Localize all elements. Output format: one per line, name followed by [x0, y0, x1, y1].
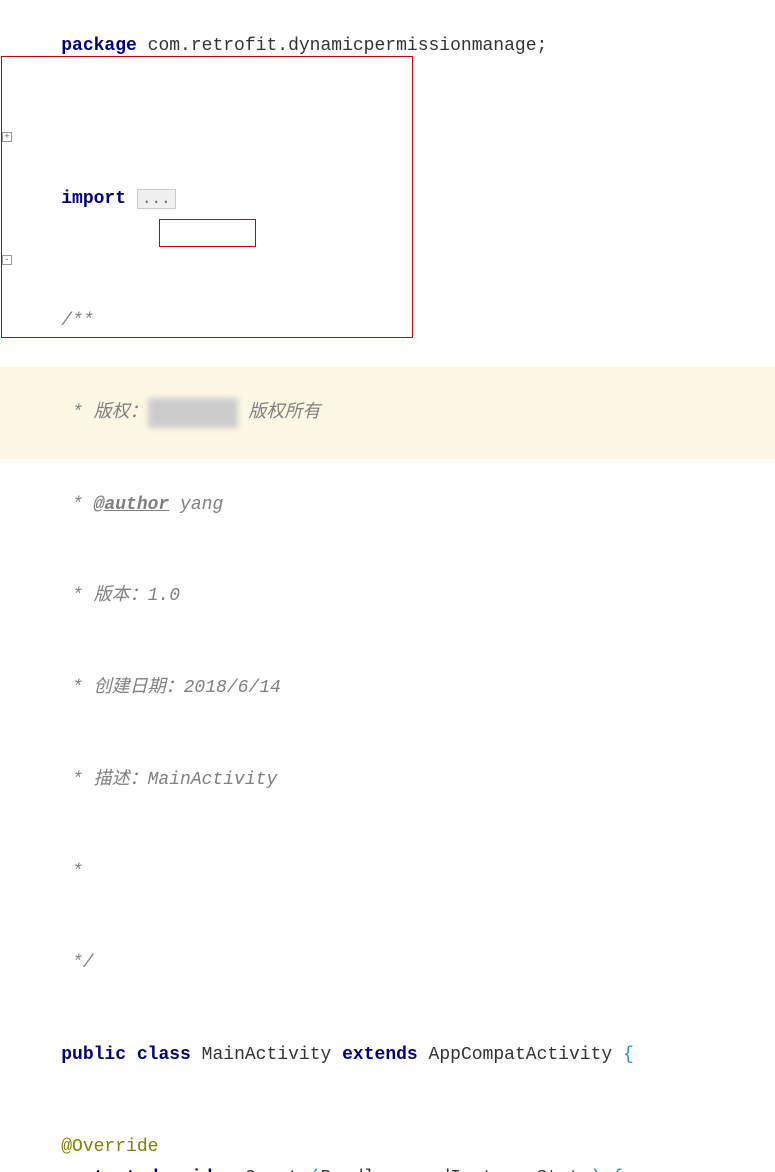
doc-description-line[interactable]: * 描述：MainActivity [0, 734, 775, 826]
doc-end-line[interactable]: */ [0, 918, 775, 1010]
import-line[interactable]: + import ... [0, 122, 775, 244]
author-name: yang [169, 495, 223, 515]
class-name: MainActivity [202, 1045, 332, 1065]
method-decl-line[interactable]: protected void onCreate(Bundle savedInst… [0, 1163, 775, 1172]
doc-start-line[interactable]: - /** [0, 245, 775, 367]
package-line[interactable]: package com.retrofit.dynamicpermissionma… [0, 0, 775, 92]
doc-version: * 版本：1.0 [61, 586, 180, 606]
doc-copyright-prefix: * 版权： [61, 403, 147, 423]
doc-start: /** [61, 311, 93, 331]
class-keyword: class [137, 1045, 191, 1065]
method-name: onCreate [223, 1168, 309, 1172]
close-paren: ) [591, 1168, 602, 1172]
package-path: com.retrofit.dynamicpermissionmanage; [137, 36, 547, 56]
doc-author-prefix: * [61, 495, 93, 515]
blank-line-2[interactable] [0, 1101, 775, 1132]
import-folded[interactable]: ... [137, 189, 176, 209]
void-keyword: void [169, 1168, 212, 1172]
doc-description: * 描述：MainActivity [61, 770, 277, 790]
package-keyword: package [61, 36, 137, 56]
fold-collapse-icon[interactable]: - [2, 255, 12, 265]
param-name: savedInstanceState [396, 1168, 590, 1172]
fold-expand-icon[interactable]: + [2, 132, 12, 142]
author-tag: @author [94, 495, 170, 515]
override-line[interactable]: @Override [0, 1132, 775, 1163]
doc-end: */ [61, 953, 93, 973]
doc-copyright-suffix: 版权所有 [238, 403, 321, 423]
code-editor[interactable]: package com.retrofit.dynamicpermissionma… [0, 0, 775, 1172]
extends-keyword: extends [342, 1045, 418, 1065]
parent-class: AppCompatActivity [429, 1045, 613, 1065]
doc-copyright-line[interactable]: * 版权： 版权所有 [0, 367, 775, 459]
open-brace: { [623, 1045, 634, 1065]
param-type: Bundle [321, 1168, 386, 1172]
redacted-text [148, 398, 238, 429]
doc-date-value: 2018/6/14 [184, 678, 281, 698]
import-keyword: import [61, 189, 126, 209]
override-annotation: @Override [61, 1137, 158, 1157]
open-paren: ( [310, 1168, 321, 1172]
doc-version-line[interactable]: * 版本：1.0 [0, 551, 775, 643]
doc-date-line[interactable]: * 创建日期：2018/6/14 [0, 642, 775, 734]
blank-line[interactable] [0, 92, 775, 123]
protected-keyword: protected [61, 1168, 158, 1172]
method-open-brace: { [612, 1168, 623, 1172]
doc-empty-line[interactable]: * [0, 826, 775, 918]
doc-date-prefix: * 创建日期： [61, 678, 183, 698]
class-decl-line[interactable]: public class MainActivity extends AppCom… [0, 1010, 775, 1102]
public-keyword: public [61, 1045, 126, 1065]
doc-empty: * [61, 862, 83, 882]
doc-author-line[interactable]: * @author yang [0, 459, 775, 551]
